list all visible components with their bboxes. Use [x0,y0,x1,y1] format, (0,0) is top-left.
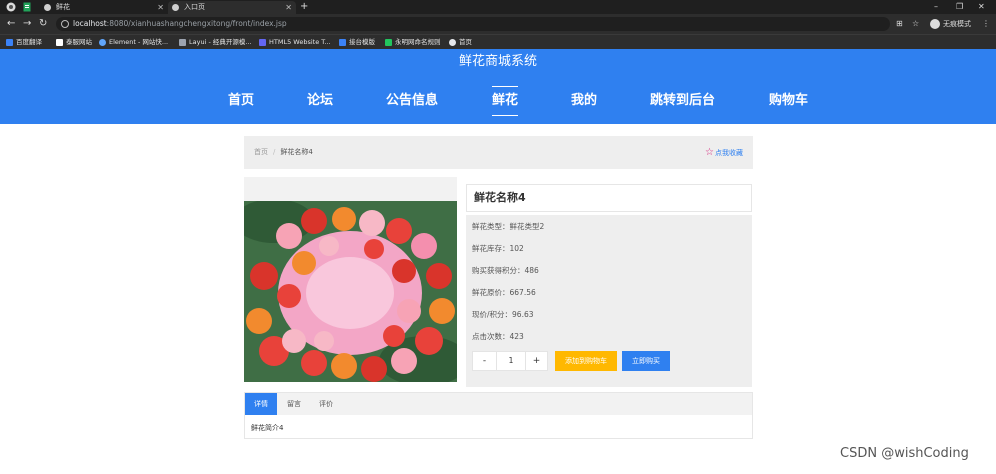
favorite-label: 点我收藏 [715,149,743,157]
nav-mine[interactable]: 我的 [571,89,597,113]
bookmark-icon [449,39,456,46]
breadcrumb: 首页 / 鲜花名称4 [254,136,313,169]
quantity-stepper: - 1 + [472,351,548,371]
bookmark-item[interactable]: 泰服网站 [56,36,92,49]
watermark: CSDN @wishCoding [840,446,969,461]
bookmark-icon [339,39,346,46]
bookmark-item[interactable]: 永明网命名规则 [385,36,441,49]
main-nav: 首页 论坛 公告信息 鲜花 我的 跳转到后台 购物车 [0,86,996,116]
browser-tab-flowers[interactable]: 鲜花 ✕ [40,1,168,14]
info-original-price: 鲜花原价：667.56 [472,288,536,297]
bookmark-icon [179,39,186,46]
browser-tabstrip: 鲜花 ✕ 入口页 ✕ + – ❐ ✕ [0,0,996,14]
breadcrumb-current: 鲜花名称4 [280,148,313,156]
info-type: 鲜花类型：鲜花类型2 [472,222,545,231]
more-menu-icon[interactable]: ⋮ [982,17,990,31]
buy-now-button[interactable]: 立即购买 [622,351,670,371]
quantity-input[interactable]: 1 [497,352,525,370]
breadcrumb-home[interactable]: 首页 [254,148,268,156]
forward-arrow-icon[interactable]: → [23,17,31,31]
url-input[interactable]: localhost:8080/xianhuashangchengxitong/f… [56,17,890,31]
url-text: localhost:8080/xianhuashangchengxitong/f… [73,19,287,28]
sheet-icon [23,2,31,12]
bookmark-icon [6,39,13,46]
nav-flowers[interactable]: 鲜花 [492,86,519,116]
chrome-icon [6,2,16,12]
increase-button[interactable]: + [525,352,547,370]
minimize-button[interactable]: – [934,0,938,13]
address-bar-row: ← → ↻ localhost:8080/xianhuashangchengxi… [0,14,996,34]
translate-icon[interactable]: ⊞ [896,17,903,31]
info-stock: 鲜花库存：102 [472,244,524,253]
detail-tabs: 详情 留言 评价 鲜花简介4 [244,392,753,439]
tab-title: 鲜花 [56,3,70,11]
bookmark-icon [56,39,63,46]
info-icon[interactable] [61,20,69,28]
tabs-header: 详情 留言 评价 [245,393,752,415]
nav-home[interactable]: 首页 [228,89,254,113]
add-to-cart-button[interactable]: 添加到购物车 [555,351,617,371]
bookmark-star-icon[interactable]: ☆ [912,17,919,31]
decrease-button[interactable]: - [473,352,497,370]
info-points: 购买获得积分：486 [472,266,539,275]
product-name: 鲜花名称4 [474,191,526,204]
browser-tab-entry[interactable]: 入口页 ✕ [168,1,296,14]
close-icon[interactable]: ✕ [157,1,164,14]
site-header: 鲜花商城系统 首页 论坛 公告信息 鲜花 我的 跳转到后台 购物车 [0,49,996,124]
bookmark-icon [385,39,392,46]
tab-favicon-icon [44,4,51,11]
back-arrow-icon[interactable]: ← [7,17,15,31]
window-close-button[interactable]: ✕ [978,0,985,13]
nav-admin[interactable]: 跳转到后台 [650,89,715,113]
star-icon: ☆ [705,147,714,158]
incognito-badge[interactable]: 无痕模式 [930,17,971,31]
bookmark-icon [259,39,266,46]
bookmark-item[interactable]: Layui - 经典开源模... [179,36,252,49]
bookmark-item[interactable]: Element - 网站快... [99,36,168,49]
breadcrumb-bar: 首页 / 鲜花名称4 ☆点我收藏 [244,136,753,169]
product-image [244,201,457,382]
bookmark-item[interactable]: 接台模版 [339,36,375,49]
site-title: 鲜花商城系统 [458,54,537,69]
tab-title: 入口页 [184,3,205,11]
breadcrumb-separator: / [273,148,276,156]
bookmark-icon [99,39,106,46]
new-tab-button[interactable]: + [300,0,308,13]
nav-forum[interactable]: 论坛 [307,89,333,113]
bookmark-item[interactable]: 百度翻译 [6,36,42,49]
bookmarks-bar: 百度翻译 泰服网站 Element - 网站快... Layui - 经典开源模… [0,34,996,49]
favorite-button[interactable]: ☆点我收藏 [705,136,743,170]
tab-content: 鲜花简介4 [251,424,284,432]
tab-reviews[interactable]: 评价 [311,393,341,415]
info-click-count: 点击次数：423 [472,332,524,341]
tab-favicon-icon [172,4,179,11]
nav-cart[interactable]: 购物车 [769,89,808,113]
info-current-price: 现价/积分：96.63 [472,310,534,319]
restore-button[interactable]: ❐ [956,0,963,13]
bookmark-item[interactable]: HTML5 Website T... [259,36,331,49]
tab-details[interactable]: 详情 [245,393,277,415]
close-icon[interactable]: ✕ [285,1,292,14]
nav-notices[interactable]: 公告信息 [386,89,438,113]
tab-comments[interactable]: 留言 [279,393,309,415]
product-name-box: 鲜花名称4 [466,184,752,212]
bookmark-item[interactable]: 首页 [449,36,472,49]
reload-icon[interactable]: ↻ [39,17,47,31]
